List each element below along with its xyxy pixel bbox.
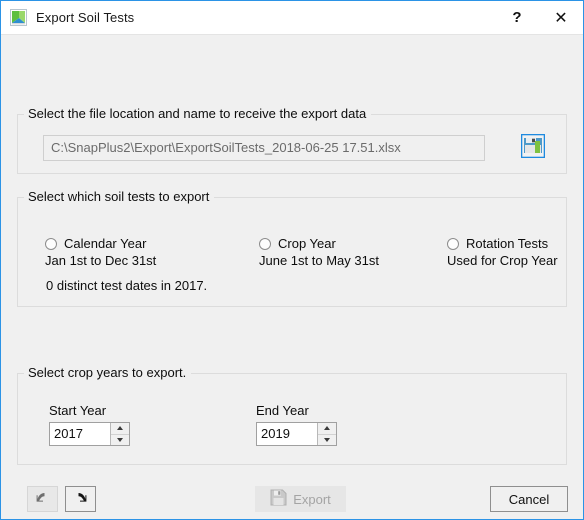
start-year-spin-buttons[interactable] xyxy=(110,423,129,445)
radio-row-calendar-year[interactable]: Calendar Year xyxy=(45,236,156,251)
help-button[interactable]: ? xyxy=(495,2,539,34)
chevron-down-icon xyxy=(117,437,123,442)
save-floppy-icon xyxy=(270,489,287,509)
soil-tests-legend: Select which soil tests to export xyxy=(24,189,215,204)
back-button[interactable] xyxy=(27,486,58,512)
arrow-right-icon xyxy=(72,491,89,508)
radio-label-calendar-year: Calendar Year xyxy=(64,236,147,251)
radio-option-rotation-tests[interactable]: Rotation Tests Used for Crop Year xyxy=(447,236,558,268)
radio-sublabel-rotation-tests: Used for Crop Year xyxy=(447,253,558,268)
start-year-spinner[interactable]: 2017 xyxy=(49,422,130,446)
crop-years-legend: Select crop years to export. xyxy=(24,365,192,380)
export-button[interactable]: Export xyxy=(255,486,346,512)
title-bar: Export Soil Tests ? ✕ xyxy=(1,1,583,34)
file-location-legend: Select the file location and name to rec… xyxy=(24,106,372,121)
radio-row-rotation-tests[interactable]: Rotation Tests xyxy=(447,236,558,251)
arrow-left-icon xyxy=(34,491,51,508)
radio-circle-icon[interactable] xyxy=(259,237,271,250)
end-year-spin-buttons[interactable] xyxy=(317,423,336,445)
start-year-decrement-button[interactable] xyxy=(111,434,129,445)
start-year-label: Start Year xyxy=(49,403,107,418)
distinct-test-dates-note: 0 distinct test dates in 2017. xyxy=(46,278,208,293)
radio-sublabel-crop-year: June 1st to May 31st xyxy=(259,253,379,268)
browse-save-button[interactable] xyxy=(519,133,547,161)
radio-label-rotation-tests: Rotation Tests xyxy=(466,236,549,251)
forward-button[interactable] xyxy=(65,486,96,512)
cancel-button[interactable]: Cancel xyxy=(490,486,568,512)
radio-option-calendar-year[interactable]: Calendar Year Jan 1st to Dec 31st xyxy=(45,236,156,268)
window-title: Export Soil Tests xyxy=(36,10,135,25)
end-year-decrement-button[interactable] xyxy=(318,434,336,445)
save-floppy-icon xyxy=(520,133,546,161)
radio-label-crop-year: Crop Year xyxy=(278,236,336,251)
crop-years-group: Select crop years to export. xyxy=(17,365,567,465)
chevron-up-icon xyxy=(324,426,330,431)
end-year-label: End Year xyxy=(256,403,309,418)
export-path-input[interactable]: C:\SnapPlus2\Export\ExportSoilTests_2018… xyxy=(43,135,485,161)
end-year-spinner[interactable]: 2019 xyxy=(256,422,337,446)
radio-row-crop-year[interactable]: Crop Year xyxy=(259,236,379,251)
export-button-label: Export xyxy=(293,491,331,507)
end-year-increment-button[interactable] xyxy=(318,423,336,435)
radio-option-crop-year[interactable]: Crop Year June 1st to May 31st xyxy=(259,236,379,268)
radio-sublabel-calendar-year: Jan 1st to Dec 31st xyxy=(45,253,157,268)
end-year-value[interactable]: 2019 xyxy=(257,423,317,445)
export-soil-tests-dialog: Export Soil Tests ? ✕ Select the file lo… xyxy=(0,0,584,520)
start-year-increment-button[interactable] xyxy=(111,423,129,435)
radio-circle-icon[interactable] xyxy=(447,237,459,250)
radio-circle-icon[interactable] xyxy=(45,237,57,250)
snapplus-app-icon xyxy=(10,9,27,26)
chevron-up-icon xyxy=(117,426,123,431)
title-bar-divider xyxy=(1,34,583,35)
start-year-value[interactable]: 2017 xyxy=(50,423,110,445)
chevron-down-icon xyxy=(324,437,330,442)
close-button[interactable]: ✕ xyxy=(539,2,583,34)
